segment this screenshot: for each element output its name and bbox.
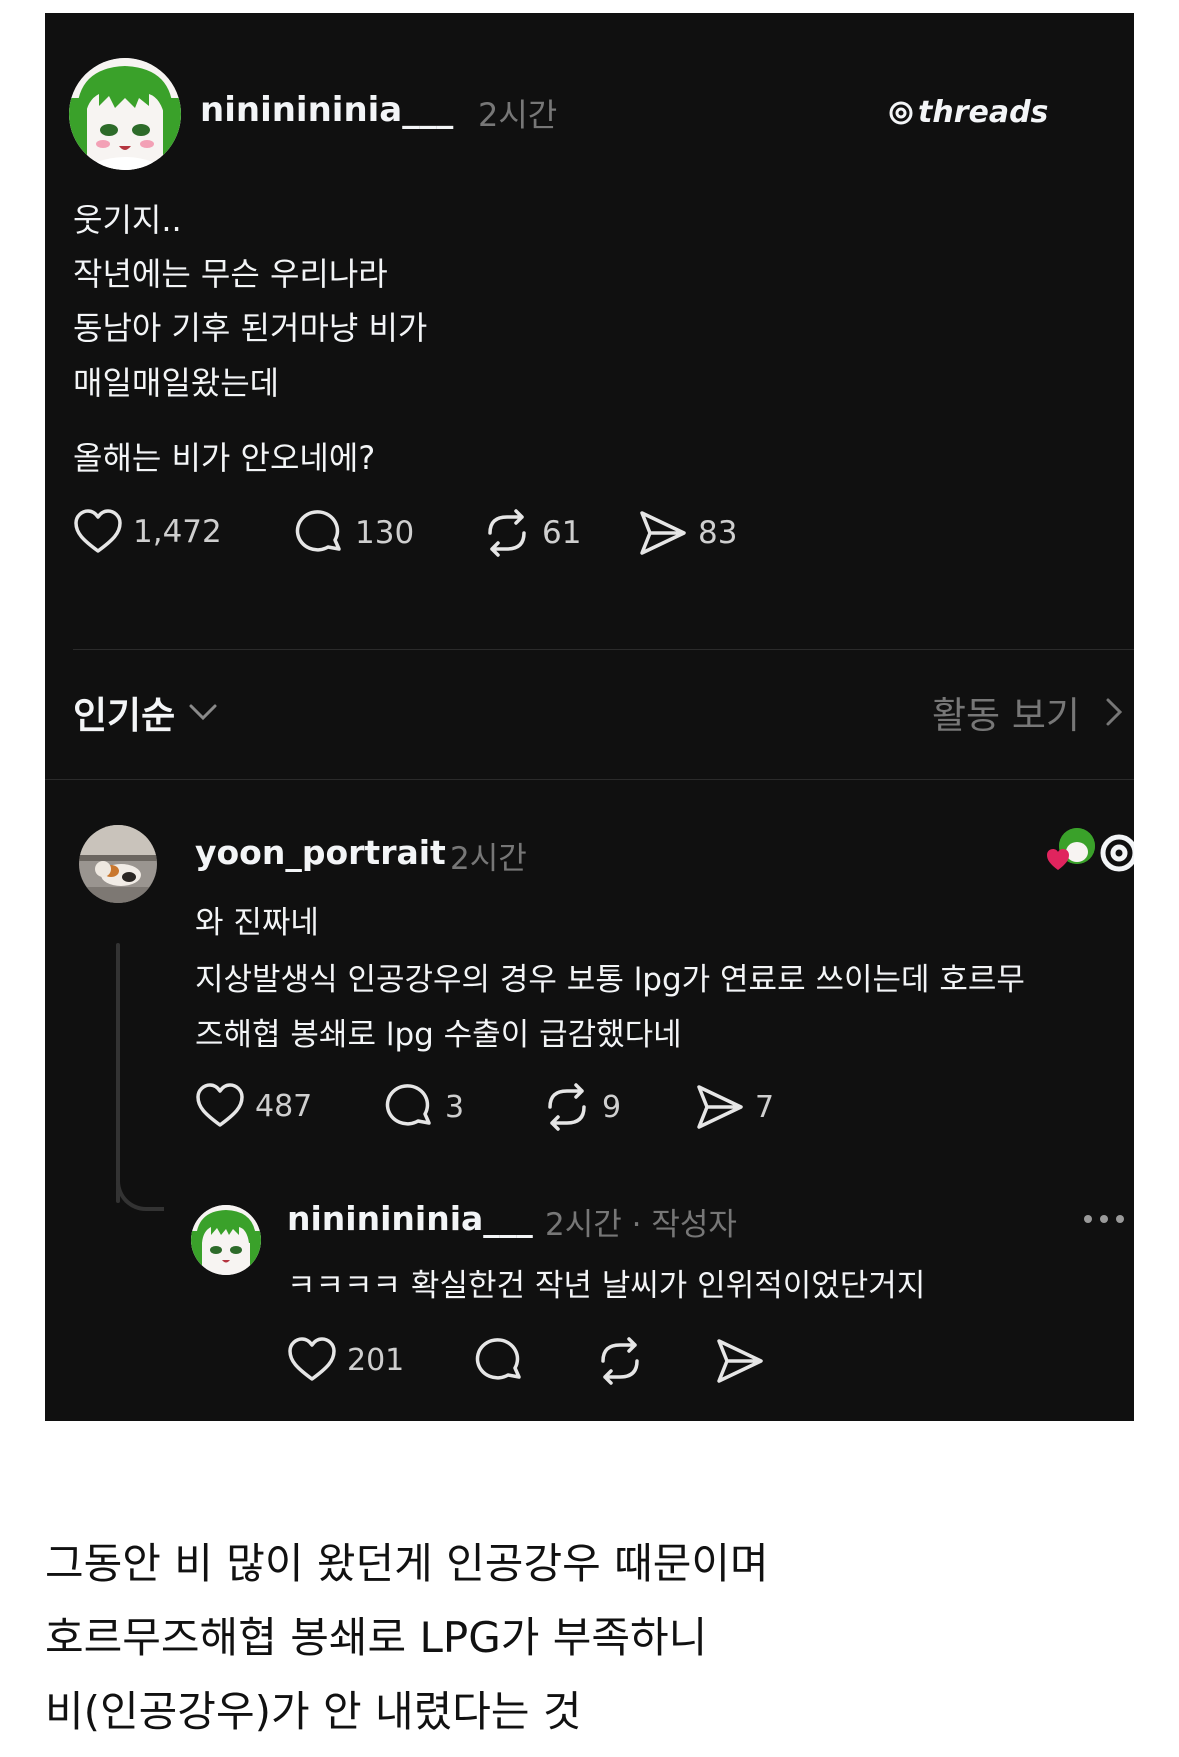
- character-avatar-image: [191, 1205, 261, 1275]
- author-liked-badge: [1045, 828, 1095, 878]
- reply2-username[interactable]: nininininia___: [287, 1199, 533, 1238]
- chevron-right-icon: [1106, 698, 1123, 726]
- character-avatar-image: [69, 58, 181, 170]
- repost-count: 61: [542, 515, 582, 551]
- reply2-meta: 2시간 · 작성자: [545, 1207, 737, 1243]
- post-line-3: 동남아 기후 된거마냥 비가: [73, 309, 428, 347]
- threads-logo-icon[interactable]: [1097, 831, 1134, 875]
- thread-connector: [116, 1163, 164, 1211]
- comment-icon: [475, 1338, 521, 1380]
- threads-brand[interactable]: threads: [888, 95, 1048, 130]
- reply2-like-count: 201: [347, 1342, 405, 1378]
- more-button[interactable]: [1080, 1209, 1130, 1233]
- author-avatar[interactable]: [69, 58, 181, 170]
- heart-icon: [74, 509, 122, 553]
- threads-logo-icon: [889, 101, 913, 124]
- post-line-1: 웃기지..: [73, 201, 182, 239]
- threads-screenshot: nininininia___ 2시간 threads 웃기지.. 작년에는 무슨…: [45, 13, 1134, 1421]
- reply2-text: ㅋㅋㅋㅋ 확실한건 작년 날씨가 인위적이었단거지: [287, 1268, 926, 1304]
- reply2-share-button[interactable]: [715, 1337, 765, 1385]
- post-line-4: 매일매일왔는데: [73, 364, 280, 402]
- reply1-repost-button[interactable]: 9: [542, 1083, 621, 1131]
- reply1-time: 2시간: [450, 841, 527, 877]
- comment-button[interactable]: 130: [295, 509, 414, 557]
- activity-label: 활동 보기: [932, 694, 1080, 737]
- reply-count: 130: [355, 515, 415, 551]
- repost-button[interactable]: 61: [482, 509, 581, 557]
- reply1-like-button[interactable]: 487: [195, 1083, 312, 1129]
- sort-dropdown[interactable]: 인기순: [73, 685, 219, 739]
- caption-line-1: 그동안 비 많이 왔던게 인공강우 때문이며: [45, 1539, 769, 1588]
- sort-divider: [45, 779, 1134, 780]
- reply1-share-count: 7: [755, 1089, 775, 1125]
- share-icon: [697, 1085, 743, 1129]
- share-button[interactable]: 83: [638, 509, 737, 557]
- heart-icon: [288, 1337, 336, 1381]
- share-count: 83: [698, 515, 738, 551]
- share-icon: [717, 1339, 763, 1383]
- reply1-comment-button[interactable]: 3: [385, 1083, 464, 1131]
- post-line-2: 작년에는 무슨 우리나라: [73, 255, 388, 293]
- chevron-down-icon: [189, 704, 217, 721]
- cat-photo-avatar: [79, 825, 157, 903]
- share-icon: [640, 511, 686, 555]
- reply1-reply-count: 3: [445, 1089, 465, 1125]
- repost-icon: [548, 1083, 586, 1131]
- comment-icon: [295, 510, 341, 552]
- reply1-avatar[interactable]: [79, 825, 157, 903]
- post-time: 2시간: [478, 96, 558, 134]
- heart-icon: [1047, 849, 1069, 870]
- like-button[interactable]: 1,472: [73, 509, 222, 555]
- sort-label: 인기순: [73, 694, 176, 737]
- heart-icon: [196, 1083, 244, 1127]
- caption-line-2: 호르무즈해협 봉쇄로 LPG가 부족하니: [45, 1613, 708, 1662]
- reply1-repost-count: 9: [602, 1089, 622, 1125]
- reply1-line-2: 지상발생식 인공강우의 경우 보통 lpg가 연료로 쓰이는데 호르무: [195, 962, 1025, 998]
- reply1-share-button[interactable]: 7: [695, 1083, 774, 1131]
- reply1-line-3: 즈해협 봉쇄로 lpg 수출이 급감했다네: [195, 1017, 682, 1053]
- reply2-comment-button[interactable]: [475, 1337, 525, 1385]
- reply1-line-1: 와 진짜네: [195, 905, 319, 941]
- threads-wordmark: threads: [918, 95, 1049, 130]
- repost-icon: [601, 1337, 639, 1385]
- reply1-like-count: 487: [255, 1088, 313, 1124]
- reply2-repost-button[interactable]: [595, 1337, 645, 1385]
- post-line-5: 올해는 비가 안오네에?: [73, 439, 376, 477]
- caption-line-3: 비(인공강우)가 안 내렸다는 것: [45, 1687, 582, 1736]
- reply2-avatar[interactable]: [191, 1205, 261, 1275]
- like-count: 1,472: [133, 514, 222, 550]
- repost-icon: [488, 509, 526, 557]
- reply1-username[interactable]: yoon_portrait: [195, 833, 446, 872]
- comment-icon: [385, 1084, 431, 1126]
- activity-link[interactable]: 활동 보기: [932, 685, 1126, 739]
- reply2-like-button[interactable]: 201: [287, 1337, 404, 1383]
- post-divider: [73, 649, 1134, 650]
- more-icon: [1084, 1215, 1124, 1223]
- author-username[interactable]: nininininia___: [200, 90, 453, 130]
